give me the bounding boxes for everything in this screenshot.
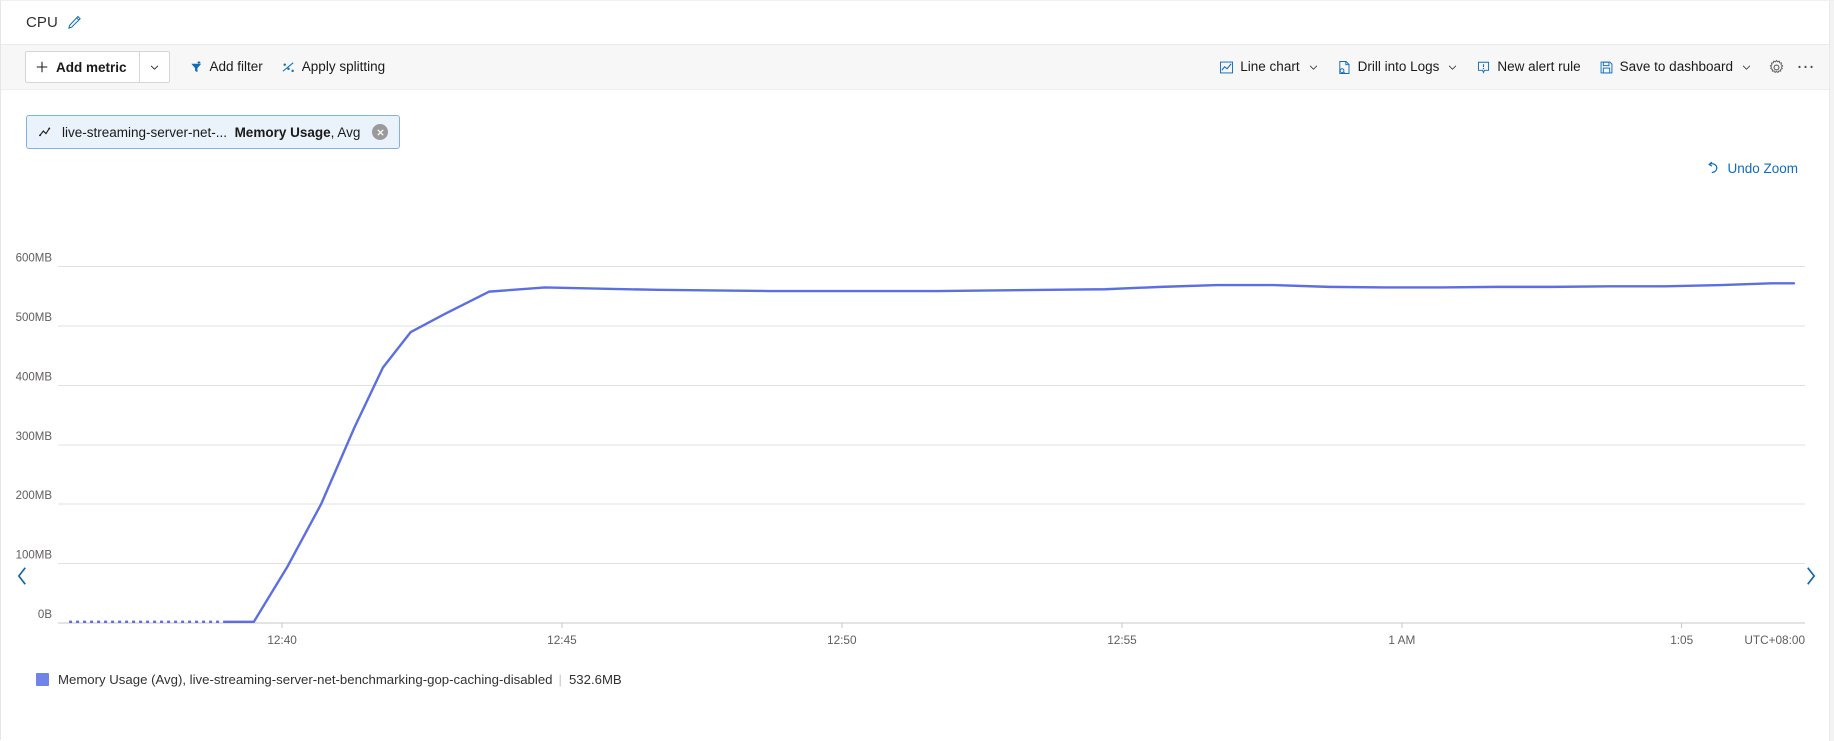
x-axis-tick-label: 1 AM [1388, 633, 1415, 647]
legend-entry: Memory Usage (Avg), live-streaming-serve… [58, 672, 622, 687]
metrics-chart[interactable]: 0B 100MB 200MB 300MB 400MB 500MB 600MB 12:40 12:… [1, 176, 1834, 671]
drill-into-logs-chevron-down-icon[interactable] [1447, 62, 1458, 73]
legend-series-label: Memory Usage (Avg), live-streaming-serve… [58, 672, 553, 687]
splitting-icon [281, 60, 296, 75]
apply-splitting-label: Apply splitting [301, 59, 386, 75]
pencil-icon[interactable] [67, 15, 82, 30]
save-disk-icon [1599, 60, 1614, 75]
page-title: CPU [26, 14, 58, 31]
gear-icon[interactable] [1761, 52, 1791, 82]
add-metric-label: Add metric [56, 59, 127, 75]
undo-zoom-label: Undo Zoom [1727, 161, 1798, 176]
panel-right-edge [1829, 1, 1834, 741]
line-chart-button[interactable]: Line chart [1210, 52, 1327, 82]
add-metric-dropdown-chevron-down-icon[interactable] [138, 52, 169, 82]
add-metric-button[interactable]: Add metric [26, 52, 139, 82]
metric-chip-resource: live-streaming-server-net-... [62, 124, 228, 140]
line-chart-label: Line chart [1240, 59, 1300, 75]
y-axis-tick-label: 0B [38, 609, 52, 621]
undo-zoom-button[interactable]: Undo Zoom [1706, 161, 1798, 176]
chart-title-bar: CPU [1, 1, 1834, 45]
y-axis-tick-label: 300MB [16, 431, 53, 443]
metric-chip[interactable]: live-streaming-server-net-... Memory Usa… [26, 115, 401, 149]
x-axis-tick-label: 12:55 [1107, 633, 1137, 647]
save-to-dashboard-label: Save to dashboard [1619, 59, 1733, 75]
series-line [224, 282, 1796, 624]
metric-chip-text: live-streaming-server-net-... Memory Usa… [62, 125, 360, 140]
close-circle-icon[interactable] [372, 124, 389, 140]
x-axis-tick-label: 1:05 [1670, 633, 1693, 647]
add-filter-button[interactable]: Add filter [180, 52, 272, 82]
add-metric-split-button[interactable]: Add metric [25, 51, 170, 83]
new-alert-rule-label: New alert rule [1497, 59, 1581, 75]
metric-chip-row: live-streaming-server-net-... Memory Usa… [1, 90, 1834, 152]
new-alert-rule-button[interactable]: New alert rule [1467, 52, 1589, 82]
chevron-left-icon[interactable] [9, 559, 35, 593]
command-bar-right-group: Line chart Drill into Logs New alert rul… [1210, 48, 1821, 86]
metric-chip-metric: Memory Usage [234, 124, 331, 140]
legend-value: 532.6MB [568, 672, 622, 687]
alert-bell-icon [1476, 60, 1491, 75]
filter-icon [189, 60, 204, 75]
chart-command-bar: Add metric Add filter Apply splitting Li… [1, 45, 1834, 90]
x-axis-tick-label: 12:45 [547, 633, 577, 647]
ellipsis-icon[interactable]: … [1791, 48, 1821, 86]
add-filter-label: Add filter [209, 59, 263, 75]
legend-color-swatch [36, 673, 49, 686]
logs-icon [1337, 60, 1352, 75]
command-bar-left-group: Add metric Add filter Apply splitting [25, 51, 394, 83]
line-chart-icon [1219, 60, 1234, 75]
drill-into-logs-button[interactable]: Drill into Logs [1328, 52, 1468, 82]
chevron-right-icon[interactable] [1797, 559, 1823, 593]
metric-sparkline-icon [39, 126, 54, 139]
undo-arrow-icon [1706, 161, 1721, 176]
timezone-label: UTC+08:00 [1744, 633, 1805, 647]
y-axis-tick-label: 400MB [16, 371, 53, 383]
y-axis-tick-label: 200MB [16, 490, 53, 502]
chart-legend[interactable]: Memory Usage (Avg), live-streaming-serve… [36, 672, 622, 687]
chart-plot-svg[interactable]: 0B100MB200MB300MB400MB500MB600MB12:40 12:… [1, 176, 1834, 671]
y-axis-tick-label: 500MB [16, 312, 53, 324]
drill-into-logs-label: Drill into Logs [1357, 59, 1440, 75]
line-chart-chevron-down-icon[interactable] [1308, 62, 1319, 73]
apply-splitting-button[interactable]: Apply splitting [272, 52, 394, 82]
x-axis-tick-label: 12:50 [827, 633, 857, 647]
plus-icon [35, 60, 49, 74]
legend-separator: | [558, 672, 562, 687]
x-axis-tick-label: 12:40 [267, 633, 297, 647]
save-to-dashboard-chevron-down-icon[interactable] [1741, 62, 1752, 73]
metrics-chart-panel: CPU Add metric Add filter Apply splittin… [0, 0, 1834, 741]
metric-chip-aggregation: , Avg [330, 124, 361, 140]
y-axis-tick-label: 600MB [16, 253, 53, 265]
save-to-dashboard-button[interactable]: Save to dashboard [1590, 52, 1761, 82]
